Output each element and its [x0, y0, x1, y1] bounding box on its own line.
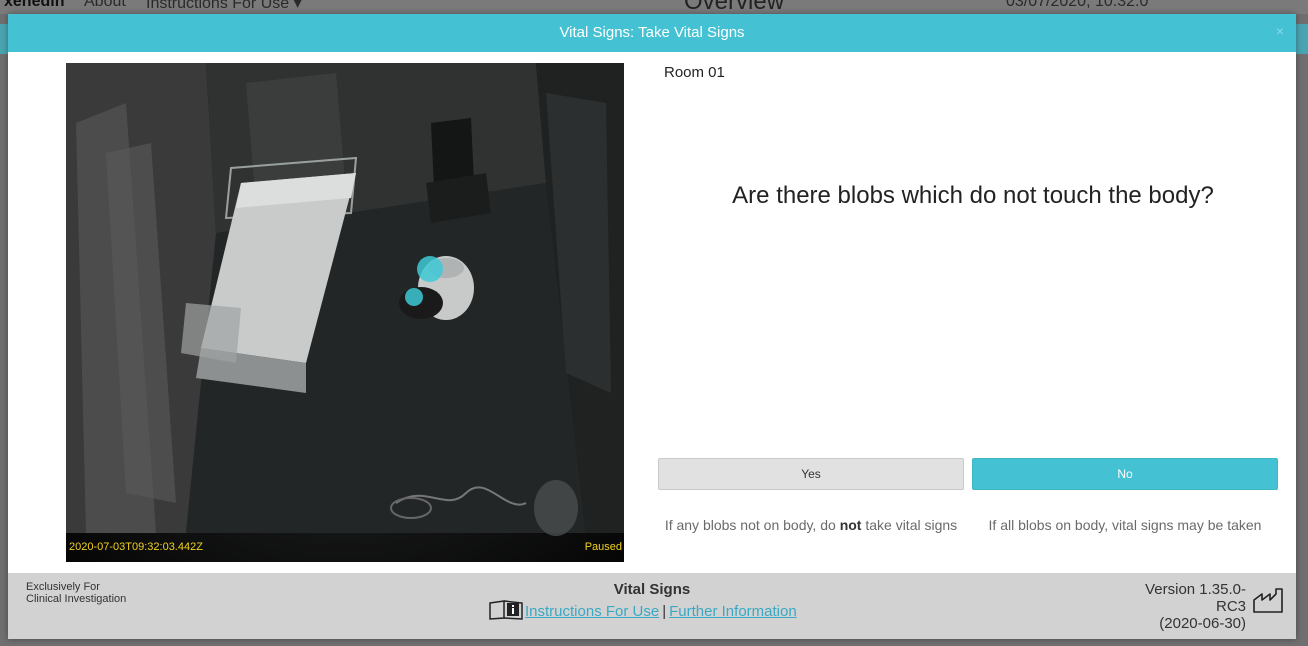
yes-hint: If any blobs not on body, do not take vi…	[656, 516, 966, 535]
factory-icon	[1252, 588, 1284, 619]
modal-title: Vital Signs: Take Vital Signs	[559, 24, 745, 41]
modal-footer: Exclusively For Clinical Investigation V…	[8, 573, 1296, 639]
version-line3: (2020-06-30)	[1159, 615, 1246, 632]
close-icon[interactable]: ×	[1276, 14, 1284, 52]
camera-scene-image	[66, 63, 624, 562]
video-timestamp: 2020-07-03T09:32:03.442Z	[69, 541, 203, 553]
detected-blob	[417, 256, 443, 282]
yes-hint-prefix: If any blobs not on body, do	[664, 517, 840, 533]
footer-link-separator: |	[662, 603, 667, 620]
footer-title: Vital Signs	[613, 581, 691, 598]
room-label: Room 01	[664, 64, 725, 81]
video-status: Paused	[584, 541, 622, 553]
further-information-link[interactable]: Further Information	[669, 603, 797, 620]
instructions-for-use-link[interactable]: Instructions For Use	[525, 603, 659, 620]
yes-hint-emphasis: not	[839, 517, 862, 533]
no-hint: If all blobs on body, vital signs may be…	[988, 517, 1262, 533]
vital-signs-modal: Vital Signs: Take Vital Signs × 2020-07-…	[8, 14, 1296, 639]
book-info-icon	[488, 600, 524, 624]
background-ifu-menu: Instructions For Use ▾	[146, 0, 302, 12]
version-info: Version 1.35.0- RC3 (2020-06-30)	[1106, 581, 1246, 632]
modal-header: Vital Signs: Take Vital Signs ×	[8, 14, 1296, 52]
background-brand: xenedin	[4, 0, 65, 10]
footer-links: Instructions For Use | Further Information	[488, 600, 797, 624]
background-page-title: Overview	[684, 0, 785, 14]
background-teal-bar-right	[1296, 24, 1308, 54]
background-teal-bar-left	[0, 24, 8, 54]
background-navbar: xenedin About Instructions For Use ▾ Ove…	[0, 0, 1308, 14]
yes-hint-suffix: take vital signs	[861, 517, 958, 533]
camera-feed: 2020-07-03T09:32:03.442Z Paused	[66, 63, 624, 562]
version-line2: RC3	[1215, 598, 1246, 615]
yes-button[interactable]: Yes	[658, 458, 964, 490]
version-line1: Version 1.35.0-	[1145, 581, 1246, 598]
detected-blob	[405, 288, 423, 306]
question-text: Are there blobs which do not touch the b…	[732, 182, 1214, 209]
no-button[interactable]: No	[972, 458, 1278, 490]
background-datetime: 03/07/2020, 10:32:0	[1006, 0, 1149, 10]
background-about-link: About	[84, 0, 126, 10]
